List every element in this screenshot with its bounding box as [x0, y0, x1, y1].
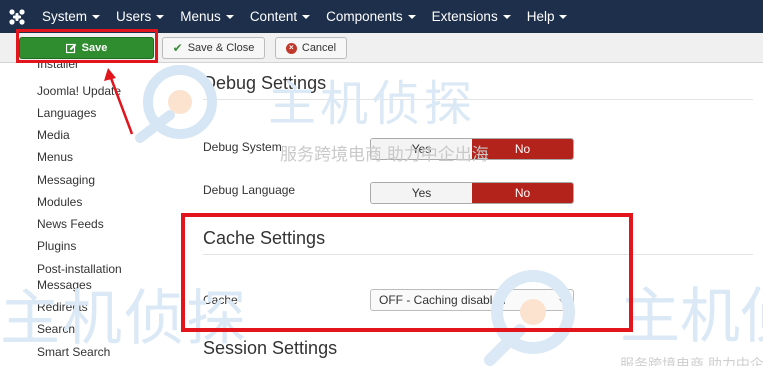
menu-menus-label: Menus [180, 9, 221, 24]
sidebar: Installer Joomla! Update Languages Media… [37, 63, 187, 366]
watermark-slogan-right: 服务跨境电商 助力中企出海 [620, 356, 763, 366]
sidebar-item-modules[interactable]: Modules [37, 195, 82, 209]
cache-settings-highlight-box [181, 213, 633, 332]
debug-system-yes-option[interactable]: Yes [371, 139, 472, 159]
menu-users-label: Users [116, 9, 152, 24]
sidebar-item-menus[interactable]: Menus [37, 150, 73, 164]
sidebar-item-post-installation[interactable]: Post-installation [37, 262, 122, 276]
debug-settings-heading: Debug Settings [203, 73, 327, 93]
caret-down-icon [156, 14, 165, 19]
sidebar-item-news-feeds[interactable]: News Feeds [37, 217, 104, 231]
debug-language-yes-option[interactable]: Yes [371, 183, 472, 203]
caret-down-icon [92, 14, 101, 19]
cancel-button[interactable]: × Cancel [275, 37, 347, 59]
sidebar-item-redirects[interactable]: Redirects [37, 300, 88, 314]
menu-help[interactable]: Help [519, 0, 576, 33]
menu-components[interactable]: Components [318, 0, 424, 33]
check-icon: ✔ [172, 41, 183, 55]
sidebar-item-post-installation-messages[interactable]: Messages [37, 278, 92, 292]
debug-language-no-option[interactable]: No [472, 183, 573, 203]
debug-system-label: Debug System [203, 140, 282, 154]
sidebar-item-installer[interactable]: Installer [37, 63, 79, 71]
cancel-button-label: Cancel [301, 42, 337, 54]
debug-settings-divider [203, 99, 753, 100]
menu-extensions[interactable]: Extensions [424, 0, 519, 33]
save-highlight-box [16, 29, 158, 63]
debug-language-label: Debug Language [203, 183, 296, 197]
menu-system-label: System [42, 9, 88, 24]
caret-down-icon [302, 14, 311, 19]
sidebar-item-languages[interactable]: Languages [37, 106, 96, 120]
sidebar-item-joomla-update[interactable]: Joomla! Update [37, 84, 121, 98]
caret-down-icon [407, 14, 416, 19]
menu-content[interactable]: Content [242, 0, 318, 33]
sidebar-item-messaging[interactable]: Messaging [37, 173, 95, 187]
sidebar-item-media[interactable]: Media [37, 128, 70, 142]
debug-system-no-option[interactable]: No [472, 139, 573, 159]
debug-system-toggle: Yes No [370, 138, 574, 160]
debug-language-toggle: Yes No [370, 182, 574, 204]
sidebar-item-smart-search[interactable]: Smart Search [37, 345, 110, 359]
menu-content-label: Content [249, 9, 298, 24]
sidebar-item-search[interactable]: Search [37, 322, 75, 336]
save-close-button-label: Save & Close [187, 42, 255, 54]
menu-components-label: Components [326, 9, 403, 24]
caret-down-icon [502, 14, 511, 19]
watermark-brand-right: 主机侦探 [620, 283, 763, 350]
menu-help-label: Help [526, 9, 555, 24]
caret-down-icon [225, 14, 234, 19]
session-settings-heading: Session Settings [203, 338, 338, 358]
menu-extensions-label: Extensions [431, 9, 498, 24]
sidebar-item-plugins[interactable]: Plugins [37, 239, 76, 253]
save-close-button[interactable]: ✔ Save & Close [162, 37, 265, 59]
caret-down-icon [559, 14, 568, 19]
menu-menus[interactable]: Menus [172, 0, 242, 33]
cancel-icon: × [285, 42, 297, 54]
